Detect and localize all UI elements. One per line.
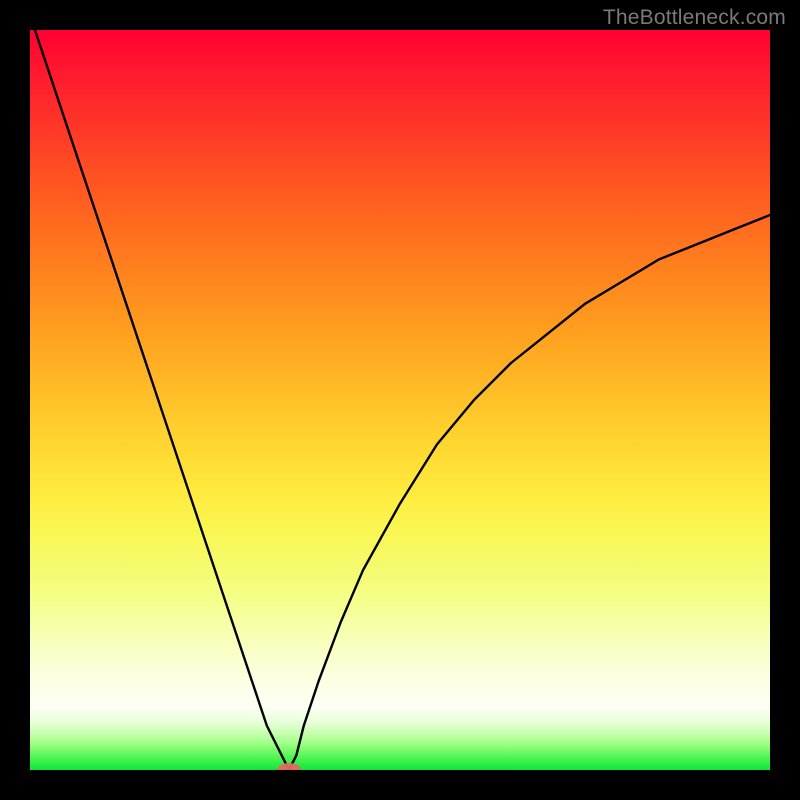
optimum-marker	[277, 763, 301, 770]
plot-area	[30, 30, 770, 770]
chart-stage: TheBottleneck.com	[0, 0, 800, 800]
heatmap-gradient-background	[30, 30, 770, 770]
